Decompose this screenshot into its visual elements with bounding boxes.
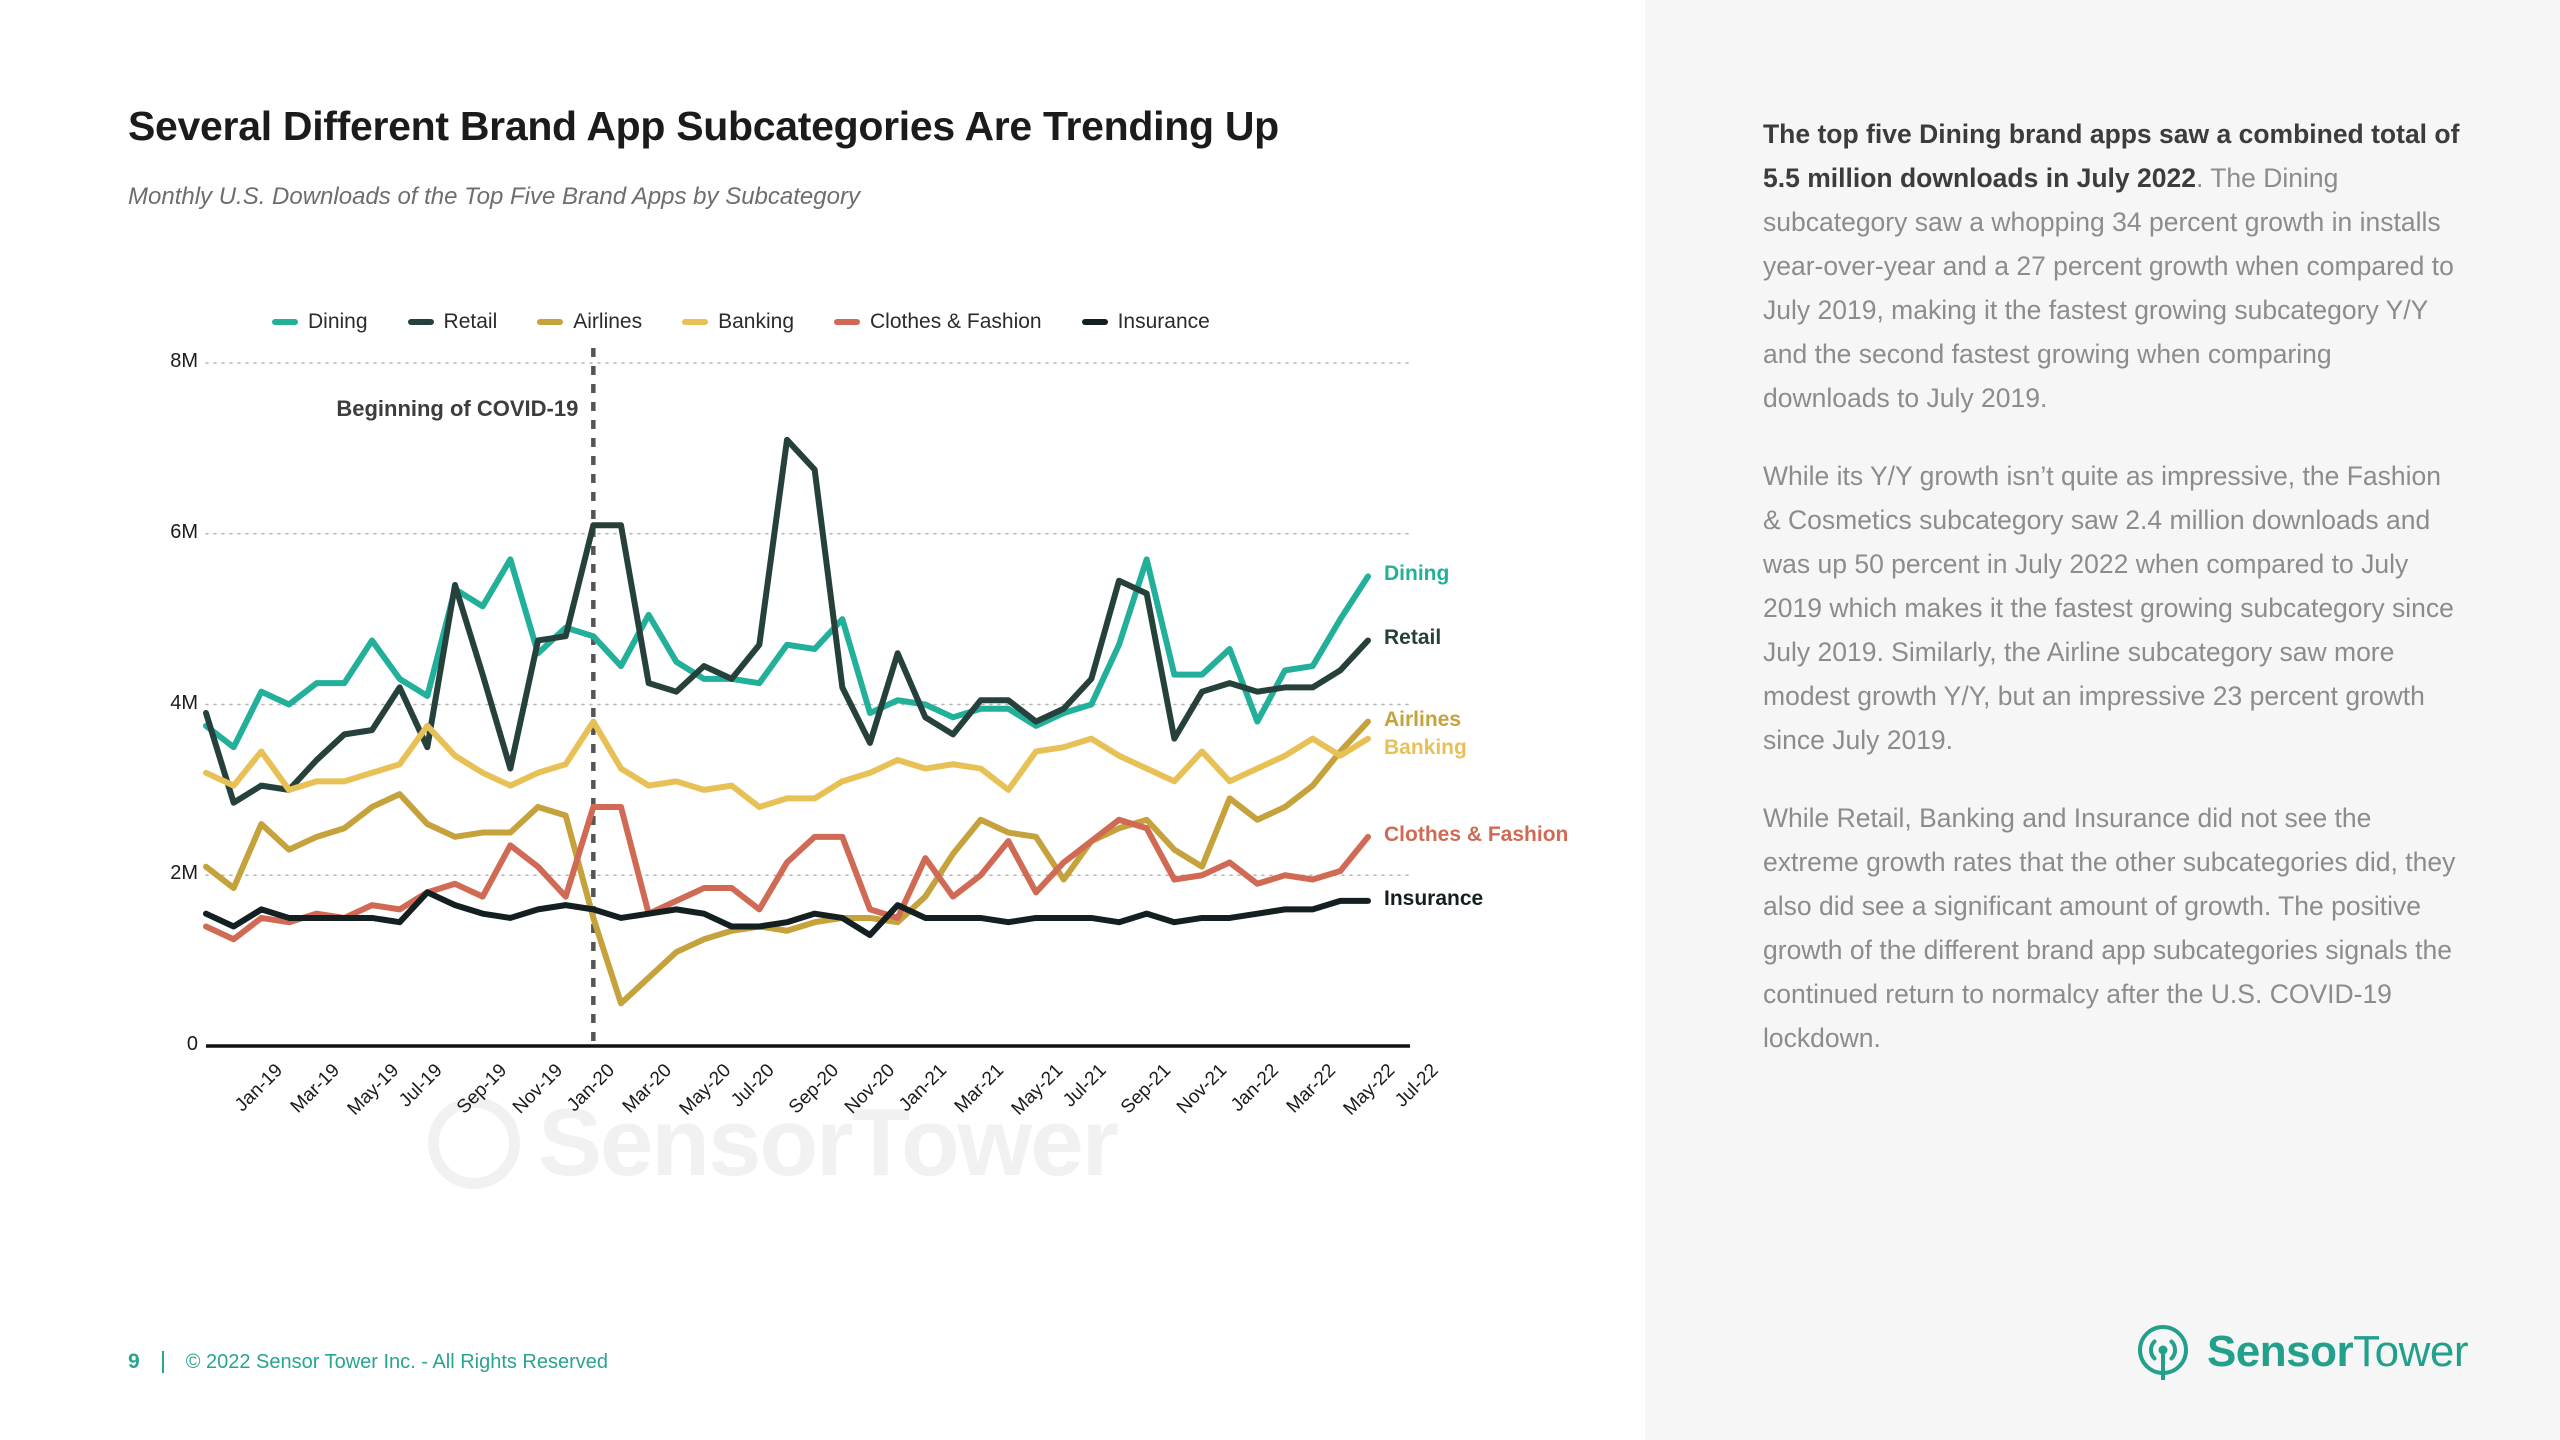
slide-footer: 9 © 2022 Sensor Tower Inc. - All Rights … bbox=[128, 1350, 608, 1374]
footer-divider bbox=[161, 1351, 164, 1373]
legend-swatch-icon bbox=[537, 319, 564, 325]
commentary-paragraph: While Retail, Banking and Insurance did … bbox=[1763, 803, 2456, 1053]
commentary-panel: The top five Dining brand apps saw a com… bbox=[1645, 0, 2560, 1440]
commentary-paragraph: While its Y/Y growth isn’t quite as impr… bbox=[1763, 461, 2454, 755]
copyright-text: © 2022 Sensor Tower Inc. - All Rights Re… bbox=[185, 1350, 609, 1373]
legend-swatch-icon bbox=[407, 319, 434, 325]
logo-bold: Sensor bbox=[2206, 1327, 2354, 1376]
end-label-insurance: Insurance bbox=[1384, 886, 1484, 910]
chart-legend: Dining Retail Airlines Banking Clothes & Fas… bbox=[272, 310, 1210, 334]
sensor-tower-antenna-icon bbox=[2137, 1325, 2188, 1380]
legend-item-clothes-fashion[interactable]: Clothes & Fashion bbox=[834, 310, 1042, 334]
legend-label: Clothes & Fashion bbox=[870, 310, 1042, 333]
y-axis-tick-label: 0 bbox=[186, 1033, 198, 1055]
legend-swatch-icon bbox=[272, 319, 298, 325]
covid-annotation: Beginning of COVID-19 bbox=[336, 396, 579, 421]
series-line-retail[interactable] bbox=[203, 436, 1371, 806]
y-axis-tick-label: 4M bbox=[170, 691, 198, 714]
legend-item-banking[interactable]: Banking bbox=[682, 310, 794, 334]
legend-item-insurance[interactable]: Insurance bbox=[1081, 310, 1210, 334]
commentary-paragraph: The top five Dining brand apps saw a com… bbox=[1763, 119, 2460, 413]
page-subtitle: Monthly U.S. Downloads of the Top Five B… bbox=[128, 183, 860, 210]
legend-label: Dining bbox=[308, 310, 368, 333]
slide-canvas: Several Different Brand App Subcategorie… bbox=[0, 0, 1645, 1440]
page-title: Several Different Brand App Subcategorie… bbox=[128, 103, 1279, 149]
legend-item-retail[interactable]: Retail bbox=[407, 310, 498, 334]
page-number: 9 bbox=[128, 1350, 140, 1373]
end-label-airlines: Airlines bbox=[1384, 707, 1462, 731]
y-axis-tick-label: 2M bbox=[170, 862, 198, 885]
legend-item-airlines[interactable]: Airlines bbox=[537, 310, 642, 334]
legend-label: Airlines bbox=[573, 310, 643, 333]
line-chart: SensorTower 0 2M 4M 6M 8M Jan-19 Mar-19 May-19… bbox=[128, 348, 1598, 1196]
legend-item-dining[interactable]: Dining bbox=[272, 310, 368, 334]
commentary-highlight: The top five Dining brand apps saw a com… bbox=[1763, 119, 2460, 193]
legend-label: Banking bbox=[718, 310, 794, 333]
end-label-retail: Retail bbox=[1384, 626, 1442, 650]
y-axis-tick-label: 6M bbox=[170, 520, 198, 543]
end-label-dining: Dining bbox=[1384, 562, 1450, 586]
end-label-clothes-fashion: Clothes & Fashion bbox=[1384, 822, 1569, 846]
legend-swatch-icon bbox=[682, 319, 709, 325]
commentary-text: The top five Dining brand apps saw a com… bbox=[1763, 112, 2468, 1060]
series-line-banking[interactable] bbox=[203, 718, 1371, 810]
end-label-banking: Banking bbox=[1384, 735, 1467, 759]
legend-swatch-icon bbox=[1081, 319, 1108, 325]
sensor-tower-logo: SensorTower bbox=[2135, 1324, 2468, 1380]
logo-wordmark: SensorTower bbox=[2206, 1327, 2469, 1377]
legend-label: Insurance bbox=[1117, 310, 1210, 333]
logo-light: Tower bbox=[2353, 1327, 2468, 1376]
legend-swatch-icon bbox=[834, 319, 860, 325]
legend-label: Retail bbox=[443, 310, 498, 333]
